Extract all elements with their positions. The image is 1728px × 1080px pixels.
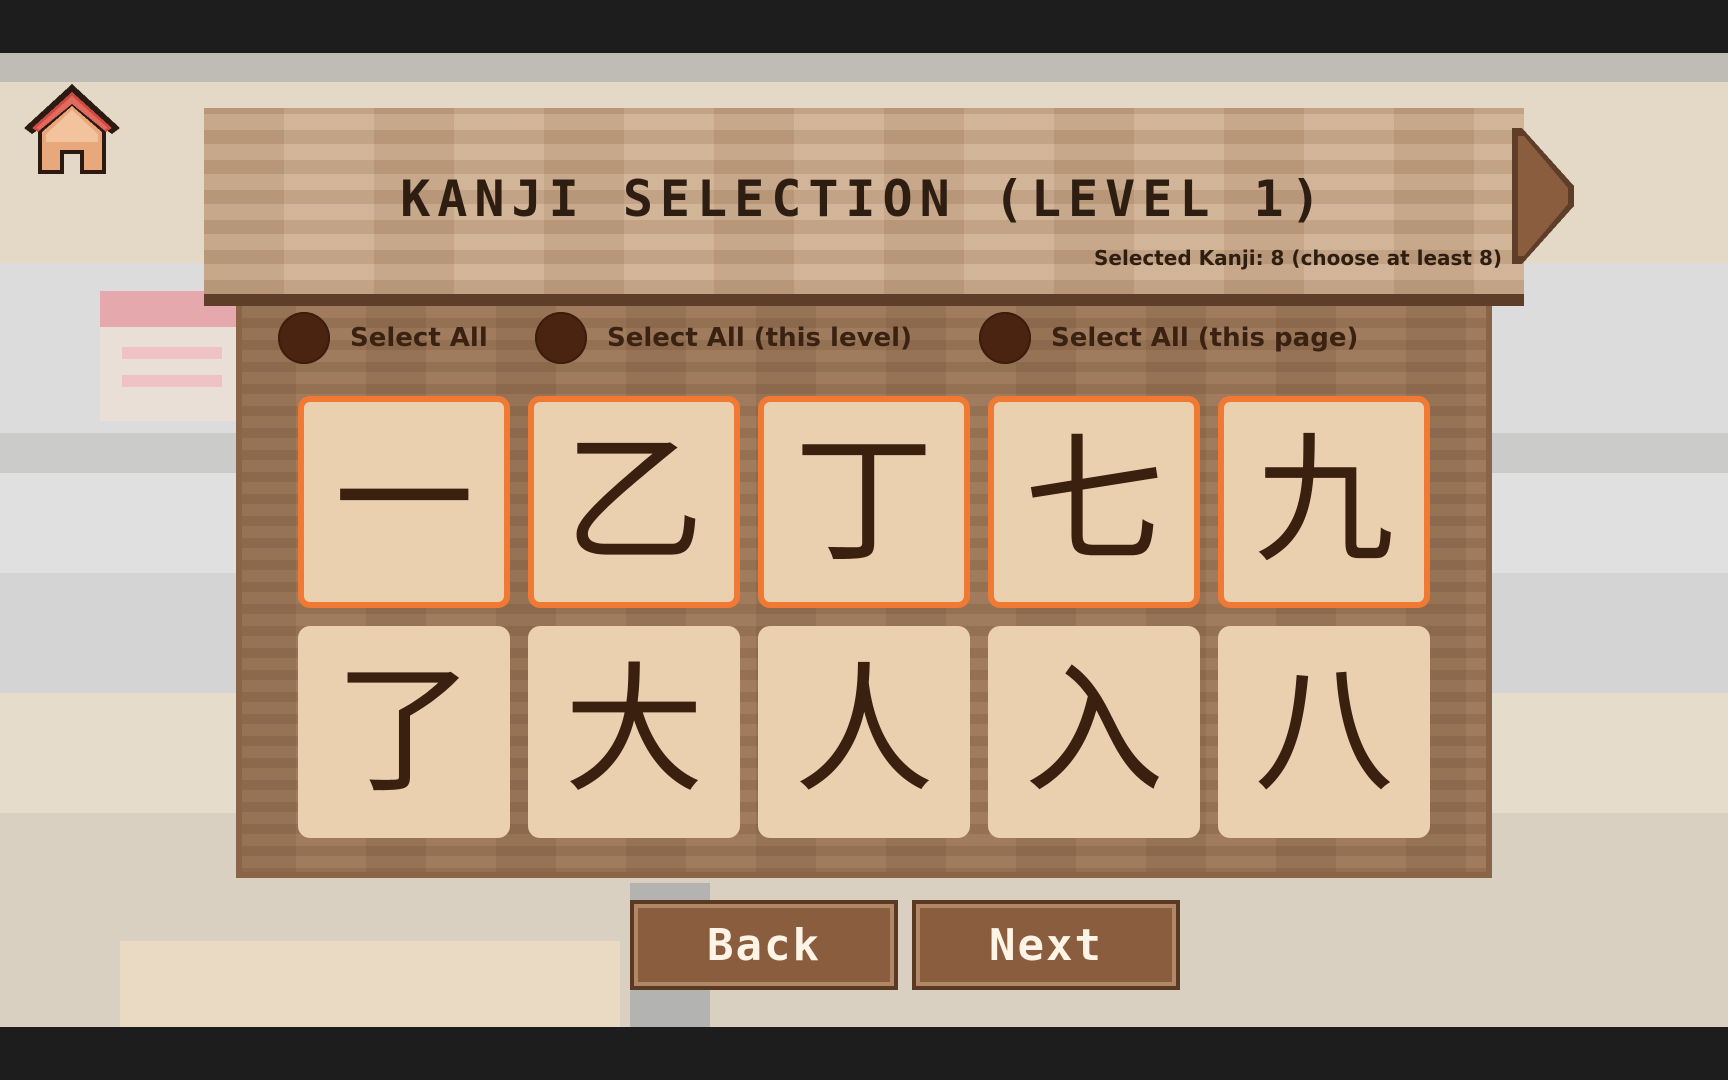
kanji-character: 一 <box>333 420 474 583</box>
kanji-tile[interactable]: 人 <box>758 626 970 838</box>
radio-label: Select All (this level) <box>607 323 912 353</box>
selected-count: Selected Kanji: 8 (choose at least 8) <box>1094 246 1502 270</box>
kanji-character: 丁 <box>793 420 934 583</box>
background-sign <box>100 291 240 421</box>
kanji-character: 人 <box>793 650 934 813</box>
header-board: KANJI SELECTION (LEVEL 1) Selected Kanji… <box>204 108 1524 306</box>
select-all-page-radio[interactable]: Select All (this page) <box>979 310 1358 366</box>
kanji-character: 七 <box>1023 420 1164 583</box>
radio-dot <box>979 312 1031 364</box>
kanji-tile[interactable]: 九 <box>1218 396 1430 608</box>
kanji-character: 八 <box>1253 650 1394 813</box>
kanji-character: 大 <box>563 650 704 813</box>
radio-label: Select All (this page) <box>1051 323 1359 353</box>
kanji-tile[interactable]: 丁 <box>758 396 970 608</box>
select-all-radio[interactable]: Select All <box>278 310 488 366</box>
letterbox-bottom <box>0 1027 1728 1080</box>
home-icon <box>24 84 120 174</box>
kanji-tile[interactable]: 了 <box>298 626 510 838</box>
select-options: Select All Select All (this level) Selec… <box>278 310 1428 366</box>
next-button-label: Next <box>989 919 1103 971</box>
kanji-tile[interactable]: 乙 <box>528 396 740 608</box>
kanji-tile[interactable]: 七 <box>988 396 1200 608</box>
radio-dot <box>535 312 587 364</box>
back-button[interactable]: Back <box>630 900 898 990</box>
page-title: KANJI SELECTION (LEVEL 1) <box>400 170 1328 228</box>
kanji-tile[interactable]: 一 <box>298 396 510 608</box>
letterbox-top <box>0 0 1728 53</box>
kanji-tile[interactable]: 大 <box>528 626 740 838</box>
home-button[interactable] <box>22 82 122 174</box>
kanji-character: 入 <box>1023 650 1164 813</box>
back-button-label: Back <box>707 919 821 971</box>
kanji-character: 九 <box>1253 420 1394 583</box>
kanji-character: 乙 <box>563 420 704 583</box>
radio-label: Select All <box>350 323 488 353</box>
radio-dot <box>278 312 330 364</box>
kanji-tile[interactable]: 入 <box>988 626 1200 838</box>
arrow-right-icon <box>1512 128 1574 264</box>
background-floor <box>120 941 620 1027</box>
kanji-character: 了 <box>333 650 474 813</box>
select-all-level-radio[interactable]: Select All (this level) <box>535 310 912 366</box>
kanji-tile[interactable]: 八 <box>1218 626 1430 838</box>
next-button[interactable]: Next <box>912 900 1180 990</box>
next-page-arrow[interactable] <box>1512 128 1574 264</box>
